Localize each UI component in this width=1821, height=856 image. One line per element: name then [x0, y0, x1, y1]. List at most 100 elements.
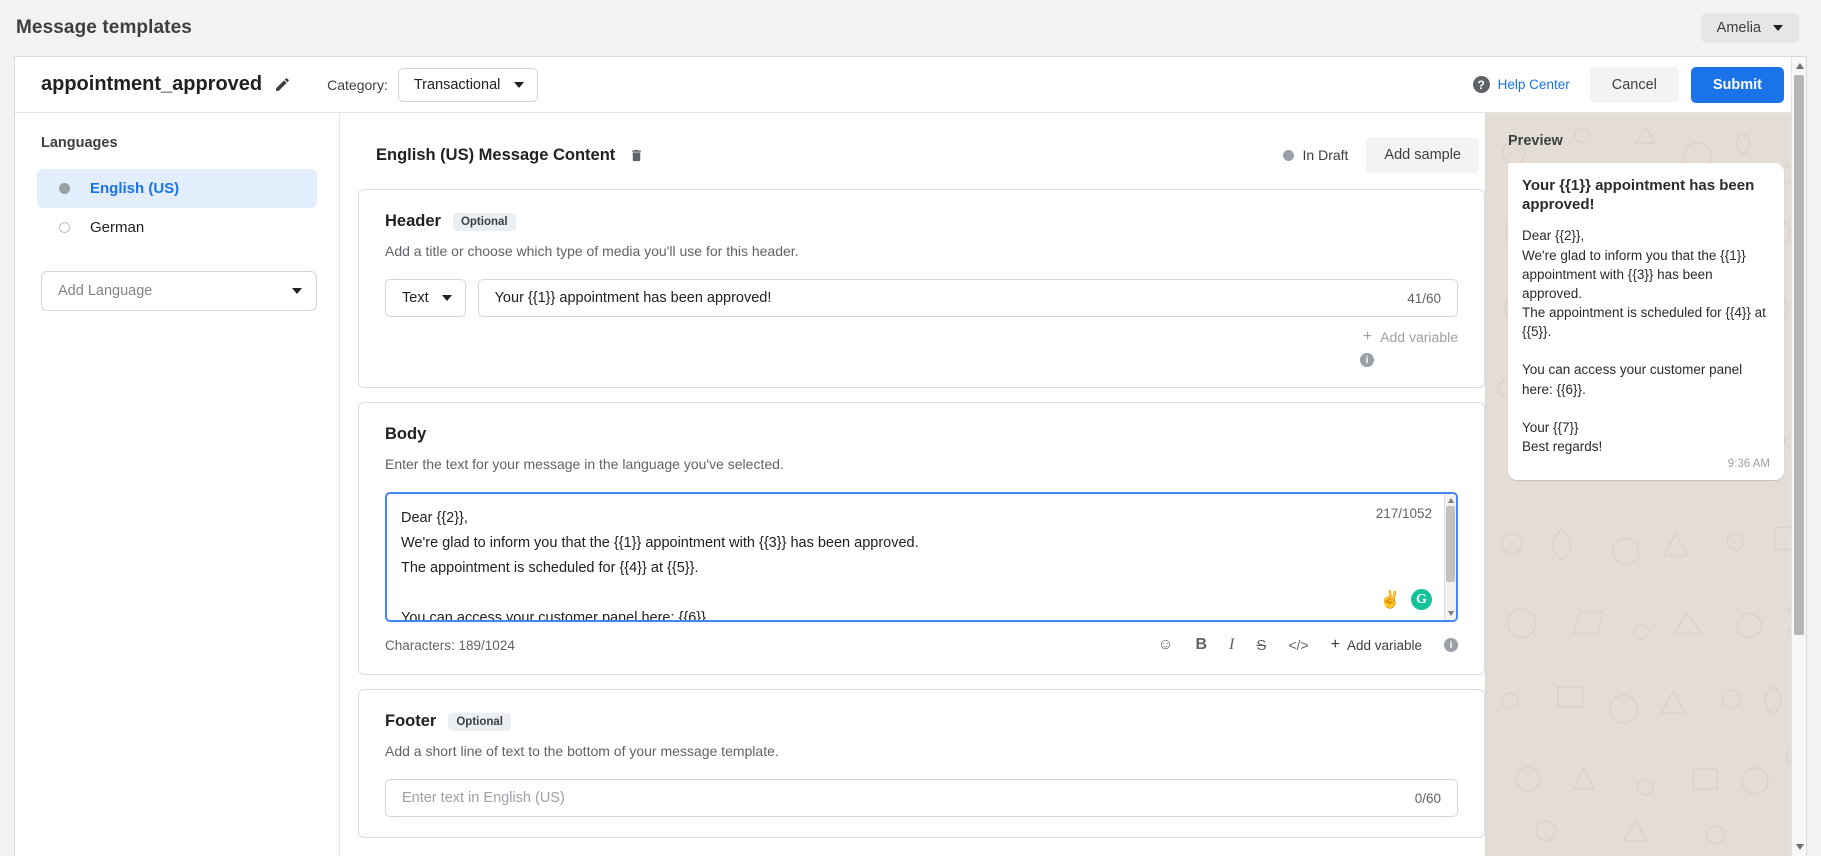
status-dot-icon — [1282, 149, 1294, 161]
scroll-up-arrow-icon[interactable] — [1796, 63, 1804, 69]
template-editor-window: appointment_approved Category: Transacti… — [14, 56, 1807, 856]
footer-card: Footer Optional Add a short line of text… — [358, 689, 1485, 838]
grammarly-icon[interactable]: G — [1411, 589, 1432, 610]
strikethrough-icon[interactable]: S — [1256, 637, 1266, 654]
preview-pane: Preview Your {{1}} appointment has been … — [1485, 113, 1806, 856]
body-characters-label: Characters: 189/1024 — [385, 637, 515, 653]
header-type-select[interactable]: Text — [385, 279, 466, 317]
body-textarea[interactable]: Dear {{2}}, We're glad to inform you tha… — [387, 494, 1456, 620]
editor-layout: Languages English (US) German Add Langua… — [15, 113, 1806, 856]
sidebar-item-german[interactable]: German — [37, 208, 317, 247]
scroll-down-arrow-icon[interactable] — [1448, 611, 1454, 616]
header-add-variable-button[interactable]: + Add variable — [1362, 328, 1458, 346]
question-mark-icon: ? — [1472, 76, 1490, 93]
header-counter: 41/60 — [1407, 290, 1441, 306]
page-scrollbar[interactable] — [1791, 57, 1806, 856]
body-card: Body Enter the text for your message in … — [358, 402, 1485, 675]
add-language-placeholder: Add Language — [58, 283, 153, 299]
sidebar-item-label: English (US) — [90, 180, 180, 197]
info-icon[interactable]: i — [1444, 638, 1458, 652]
optional-chip: Optional — [448, 712, 511, 731]
footer-card-title-row: Footer Optional — [385, 712, 1458, 731]
help-center-link[interactable]: ? Help Center — [1472, 76, 1570, 93]
header-field-row: Text Your {{1}} appointment has been app… — [385, 279, 1458, 317]
add-sample-button[interactable]: Add sample — [1366, 137, 1479, 173]
chevron-down-icon — [1773, 25, 1783, 31]
italic-icon[interactable]: I — [1229, 636, 1234, 654]
header-add-variable-label: Add variable — [1380, 329, 1458, 345]
body-toolbar: Characters: 189/1024 ☺ B I S </> + Add v… — [385, 636, 1458, 654]
sidebar-item-label: German — [90, 219, 145, 236]
footer-counter: 0/60 — [1414, 790, 1441, 806]
header-text-value: Your {{1}} appointment has been approved… — [494, 290, 772, 306]
preview-bubble-body: Dear {{2}}, We're glad to inform you tha… — [1522, 228, 1766, 455]
scrollbar-thumb[interactable] — [1446, 506, 1455, 582]
user-menu-button[interactable]: Amelia — [1700, 13, 1799, 43]
help-center-label: Help Center — [1497, 77, 1570, 92]
chevron-down-icon — [292, 288, 302, 294]
body-textarea-wrapper: Dear {{2}}, We're glad to inform you tha… — [385, 492, 1458, 622]
plus-icon: + — [1330, 636, 1340, 653]
chevron-down-icon — [441, 295, 452, 301]
emoji-icon[interactable]: ☺ — [1158, 636, 1174, 654]
preview-label: Preview — [1508, 133, 1563, 149]
info-icon[interactable]: i — [1360, 353, 1374, 367]
footer-text-input[interactable]: Enter text in English (US) 0/60 — [385, 779, 1458, 817]
header-text-input[interactable]: Your {{1}} appointment has been approved… — [477, 279, 1458, 317]
template-name: appointment_approved — [41, 73, 263, 95]
chevron-down-icon — [514, 81, 525, 88]
body-textarea-badges: ✌️ G — [1380, 589, 1432, 610]
header-card-title-row: Header Optional — [385, 212, 1458, 231]
radio-icon — [59, 222, 70, 233]
trash-icon[interactable] — [629, 148, 644, 163]
optional-chip: Optional — [452, 212, 516, 231]
content-title: English (US) Message Content — [376, 145, 616, 164]
scroll-up-arrow-icon[interactable] — [1448, 498, 1454, 503]
body-card-title-row: Body — [385, 425, 1458, 444]
header-card-title: Header — [385, 212, 441, 230]
status-badge: In Draft — [1282, 147, 1349, 163]
submit-button[interactable]: Submit — [1690, 66, 1784, 103]
languages-heading: Languages — [41, 135, 118, 151]
page-title: Message templates — [16, 17, 192, 38]
body-textarea-counter: 217/1052 — [1375, 506, 1432, 521]
scroll-down-arrow-icon[interactable] — [1796, 844, 1804, 850]
languages-sidebar: Languages English (US) German Add Langua… — [15, 113, 340, 856]
user-menu-label: Amelia — [1716, 20, 1761, 36]
header-add-variable-row: + Add variable — [385, 328, 1458, 346]
body-format-icons: ☺ B I S </> + Add variable i — [1158, 636, 1458, 654]
footer-card-description: Add a short line of text to the bottom o… — [385, 743, 779, 759]
category-select[interactable]: Transactional — [397, 67, 539, 102]
header-type-value: Text — [402, 290, 429, 306]
body-card-description: Enter the text for your message in the l… — [385, 456, 784, 472]
preview-bubble-header: Your {{1}} appointment has been approved… — [1522, 177, 1755, 214]
body-add-variable-label: Add variable — [1346, 637, 1422, 653]
bold-icon[interactable]: B — [1195, 636, 1207, 654]
header-info-row: i — [385, 353, 1458, 367]
content-header: English (US) Message Content In Draft Ad… — [358, 135, 1485, 175]
status-label: In Draft — [1302, 147, 1349, 163]
header-card-description: Add a title or choose which type of medi… — [385, 243, 799, 259]
category-label: Category: — [327, 76, 388, 93]
preview-bubble-time: 9:36 AM — [1727, 458, 1770, 471]
preview-message-bubble: Your {{1}} appointment has been approved… — [1508, 163, 1784, 481]
body-add-variable-button[interactable]: + Add variable — [1331, 637, 1422, 653]
body-card-title: Body — [385, 425, 427, 443]
message-content-column: English (US) Message Content In Draft Ad… — [340, 113, 1485, 856]
add-language-select[interactable]: Add Language — [41, 271, 317, 311]
category-value: Transactional — [413, 76, 501, 93]
pencil-icon[interactable] — [274, 76, 291, 93]
victory-hand-emoji: ✌️ — [1379, 589, 1401, 609]
footer-placeholder: Enter text in English (US) — [402, 790, 565, 806]
header-card: Header Optional Add a title or choose wh… — [358, 189, 1485, 388]
footer-card-title: Footer — [385, 712, 437, 730]
app-bar: Message templates Amelia — [0, 0, 1821, 56]
plus-icon: + — [1362, 328, 1373, 345]
cancel-button[interactable]: Cancel — [1589, 66, 1679, 103]
editor-toolbar: appointment_approved Category: Transacti… — [15, 57, 1806, 113]
body-textarea-scrollbar[interactable] — [1444, 494, 1456, 620]
sidebar-item-english-us[interactable]: English (US) — [37, 169, 317, 208]
scrollbar-thumb[interactable] — [1794, 75, 1804, 635]
code-icon[interactable]: </> — [1288, 637, 1308, 653]
radio-icon — [59, 183, 70, 194]
